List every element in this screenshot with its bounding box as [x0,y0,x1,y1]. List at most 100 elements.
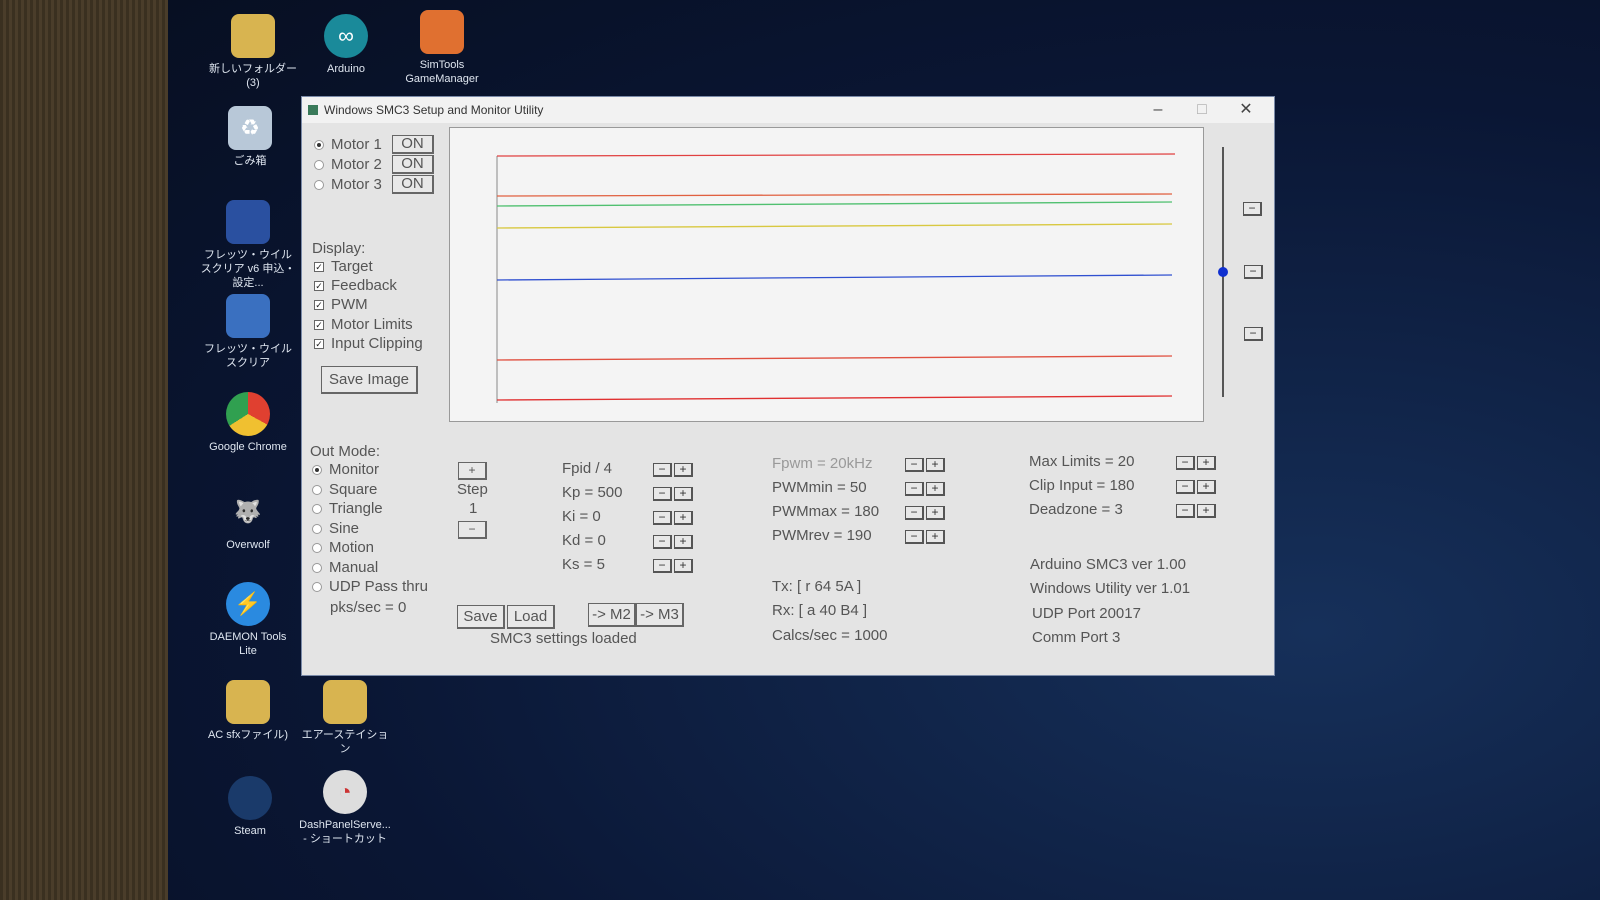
icon-label: ごみ箱 [233,155,267,167]
increment-button[interactable]: + [674,535,693,549]
icon-label: フレッツ・ウイルスクリア v6 申込・設定... [200,249,296,289]
increment-button[interactable]: + [674,487,693,501]
title-bar[interactable]: Windows SMC3 Setup and Monitor Utility [302,97,1274,123]
desktop-icon-chrome[interactable]: Google Chrome [200,392,296,454]
rx-readout: Rx: [ a 40 B4 ] [772,602,868,619]
decrement-button[interactable]: − [653,463,672,477]
scale-mid-button[interactable]: − [1244,265,1263,279]
display-input-clipping-checkbox[interactable]: ✓ Input Clipping [314,334,423,354]
trace-lower-clip [496,355,1173,361]
motor-2-radio[interactable]: Motor 2 [314,155,382,175]
decrement-button[interactable]: − [905,530,924,544]
increment-button[interactable]: + [926,530,945,544]
pid-param-4: Ks = 5 [562,556,605,573]
pid-param-2: Ki = 0 [562,508,601,525]
desktop-icon-virus-clear[interactable]: フレッツ・ウイルスクリア [200,294,296,370]
pid-param-1: Kp = 500 [562,484,623,501]
decrement-button[interactable]: − [1176,456,1195,470]
pid-param-3: Kd = 0 [562,532,606,549]
decrement-button[interactable]: − [653,559,672,573]
desktop-icon-simtools[interactable]: SimTools GameManager [394,10,490,86]
trace-lower-limit [496,395,1173,401]
folder-icon [231,14,275,58]
vertical-slider-thumb[interactable] [1218,267,1228,277]
window-title: Windows SMC3 Setup and Monitor Utility [324,103,544,117]
increment-button[interactable]: + [1197,456,1216,470]
increment-button[interactable]: + [926,458,945,472]
radio-dot [312,563,322,574]
mode-udp-radio[interactable]: UDP Pass thru [312,577,428,597]
pwm-param-1: PWMmin = 50 [772,479,867,496]
display-motor-limits-checkbox[interactable]: ✓ Motor Limits [314,315,413,335]
copy-to-m3-button[interactable]: -> M3 [636,603,684,627]
desktop-icon-daemon-tools[interactable]: ⚡ DAEMON Tools Lite [200,582,296,658]
simtools-icon [420,10,464,54]
motor-2-on-button[interactable]: ON [392,155,434,174]
mode-monitor-radio[interactable]: Monitor [312,460,379,480]
increment-button[interactable]: + [674,559,693,573]
display-feedback-checkbox[interactable]: ✓ Feedback [314,276,397,296]
copy-to-m2-button[interactable]: -> M2 [588,603,636,627]
decrement-button[interactable]: − [905,458,924,472]
decrement-button[interactable]: − [653,487,672,501]
decrement-button[interactable]: − [1176,480,1195,494]
increment-button[interactable]: + [926,506,945,520]
decrement-button[interactable]: − [905,482,924,496]
pwm-stepper-2: − + [905,503,947,520]
check-icon: ✓ [314,320,324,331]
decrement-button[interactable]: − [1176,504,1195,518]
decrement-button[interactable]: − [653,511,672,525]
pwm-stepper-3: − + [905,527,947,544]
desktop-icon-steam[interactable]: Steam [202,776,298,838]
desktop-icon-ac-folder[interactable]: AC sfxファイル) [200,680,296,742]
radio-dot [312,485,322,496]
desktop-icon-new-folder[interactable]: 新しいフォルダー (3) [205,14,301,90]
increment-button[interactable]: + [1197,480,1216,494]
maximize-button[interactable]: □ [1180,97,1224,123]
recycle-bin-icon: ♻ [228,106,272,150]
save-button[interactable]: Save [457,605,505,629]
display-pwm-checkbox[interactable]: ✓ PWM [314,295,368,315]
increment-button[interactable]: + [926,482,945,496]
increment-button[interactable]: + [674,463,693,477]
icon-label: DAEMON Tools Lite [209,631,287,657]
radio-dot [312,504,322,515]
limits-param-2: Deadzone = 3 [1029,501,1123,518]
decrement-button[interactable]: − [653,535,672,549]
gauge-icon: ◔ [323,770,367,814]
mode-triangle-radio[interactable]: Triangle [312,499,383,519]
desktop-icon-virus-clear-setup[interactable]: フレッツ・ウイルスクリア v6 申込・設定... [200,200,296,290]
load-button[interactable]: Load [507,605,555,629]
desktop-icon-dashpanel[interactable]: ◔ DashPanelServe... - ショートカット [297,770,393,846]
mode-manual-radio[interactable]: Manual [312,558,378,578]
scale-bottom-button[interactable]: − [1244,327,1263,341]
display-target-checkbox[interactable]: ✓ Target [314,257,373,277]
limits-stepper-1: − + [1176,477,1218,494]
radio-label: Motor 2 [331,156,382,173]
increment-button[interactable]: + [1197,504,1216,518]
icon-label: AC sfxファイル) [207,729,289,741]
step-plus-button[interactable]: + [458,462,487,480]
close-button[interactable]: ✕ [1224,97,1268,123]
mode-sine-radio[interactable]: Sine [312,519,359,539]
display-label: Display: [312,240,366,257]
motor-3-radio[interactable]: Motor 3 [314,175,382,195]
increment-button[interactable]: + [674,511,693,525]
limits-stepper-2: − + [1176,501,1218,518]
background-curtain [0,0,168,900]
desktop-icon-airstation[interactable]: エアーステイション [297,680,393,756]
decrement-button[interactable]: − [905,506,924,520]
scale-top-button[interactable]: − [1243,202,1262,216]
desktop-icon-recycle-bin[interactable]: ♻ ごみ箱 [202,106,298,168]
minimize-button[interactable]: – [1136,97,1180,123]
motor-3-on-button[interactable]: ON [392,175,434,194]
save-image-button[interactable]: Save Image [321,366,418,394]
desktop-icon-arduino[interactable]: ∞ Arduino [298,14,394,76]
desktop-icon-overwolf[interactable]: 🐺 Overwolf [200,490,296,552]
pwm-stepper-0: − + [905,455,947,472]
motor-1-on-button[interactable]: ON [392,135,434,154]
mode-motion-radio[interactable]: Motion [312,538,374,558]
motor-1-radio[interactable]: Motor 1 [314,135,382,155]
mode-square-radio[interactable]: Square [312,480,377,500]
step-minus-button[interactable]: − [458,521,487,539]
